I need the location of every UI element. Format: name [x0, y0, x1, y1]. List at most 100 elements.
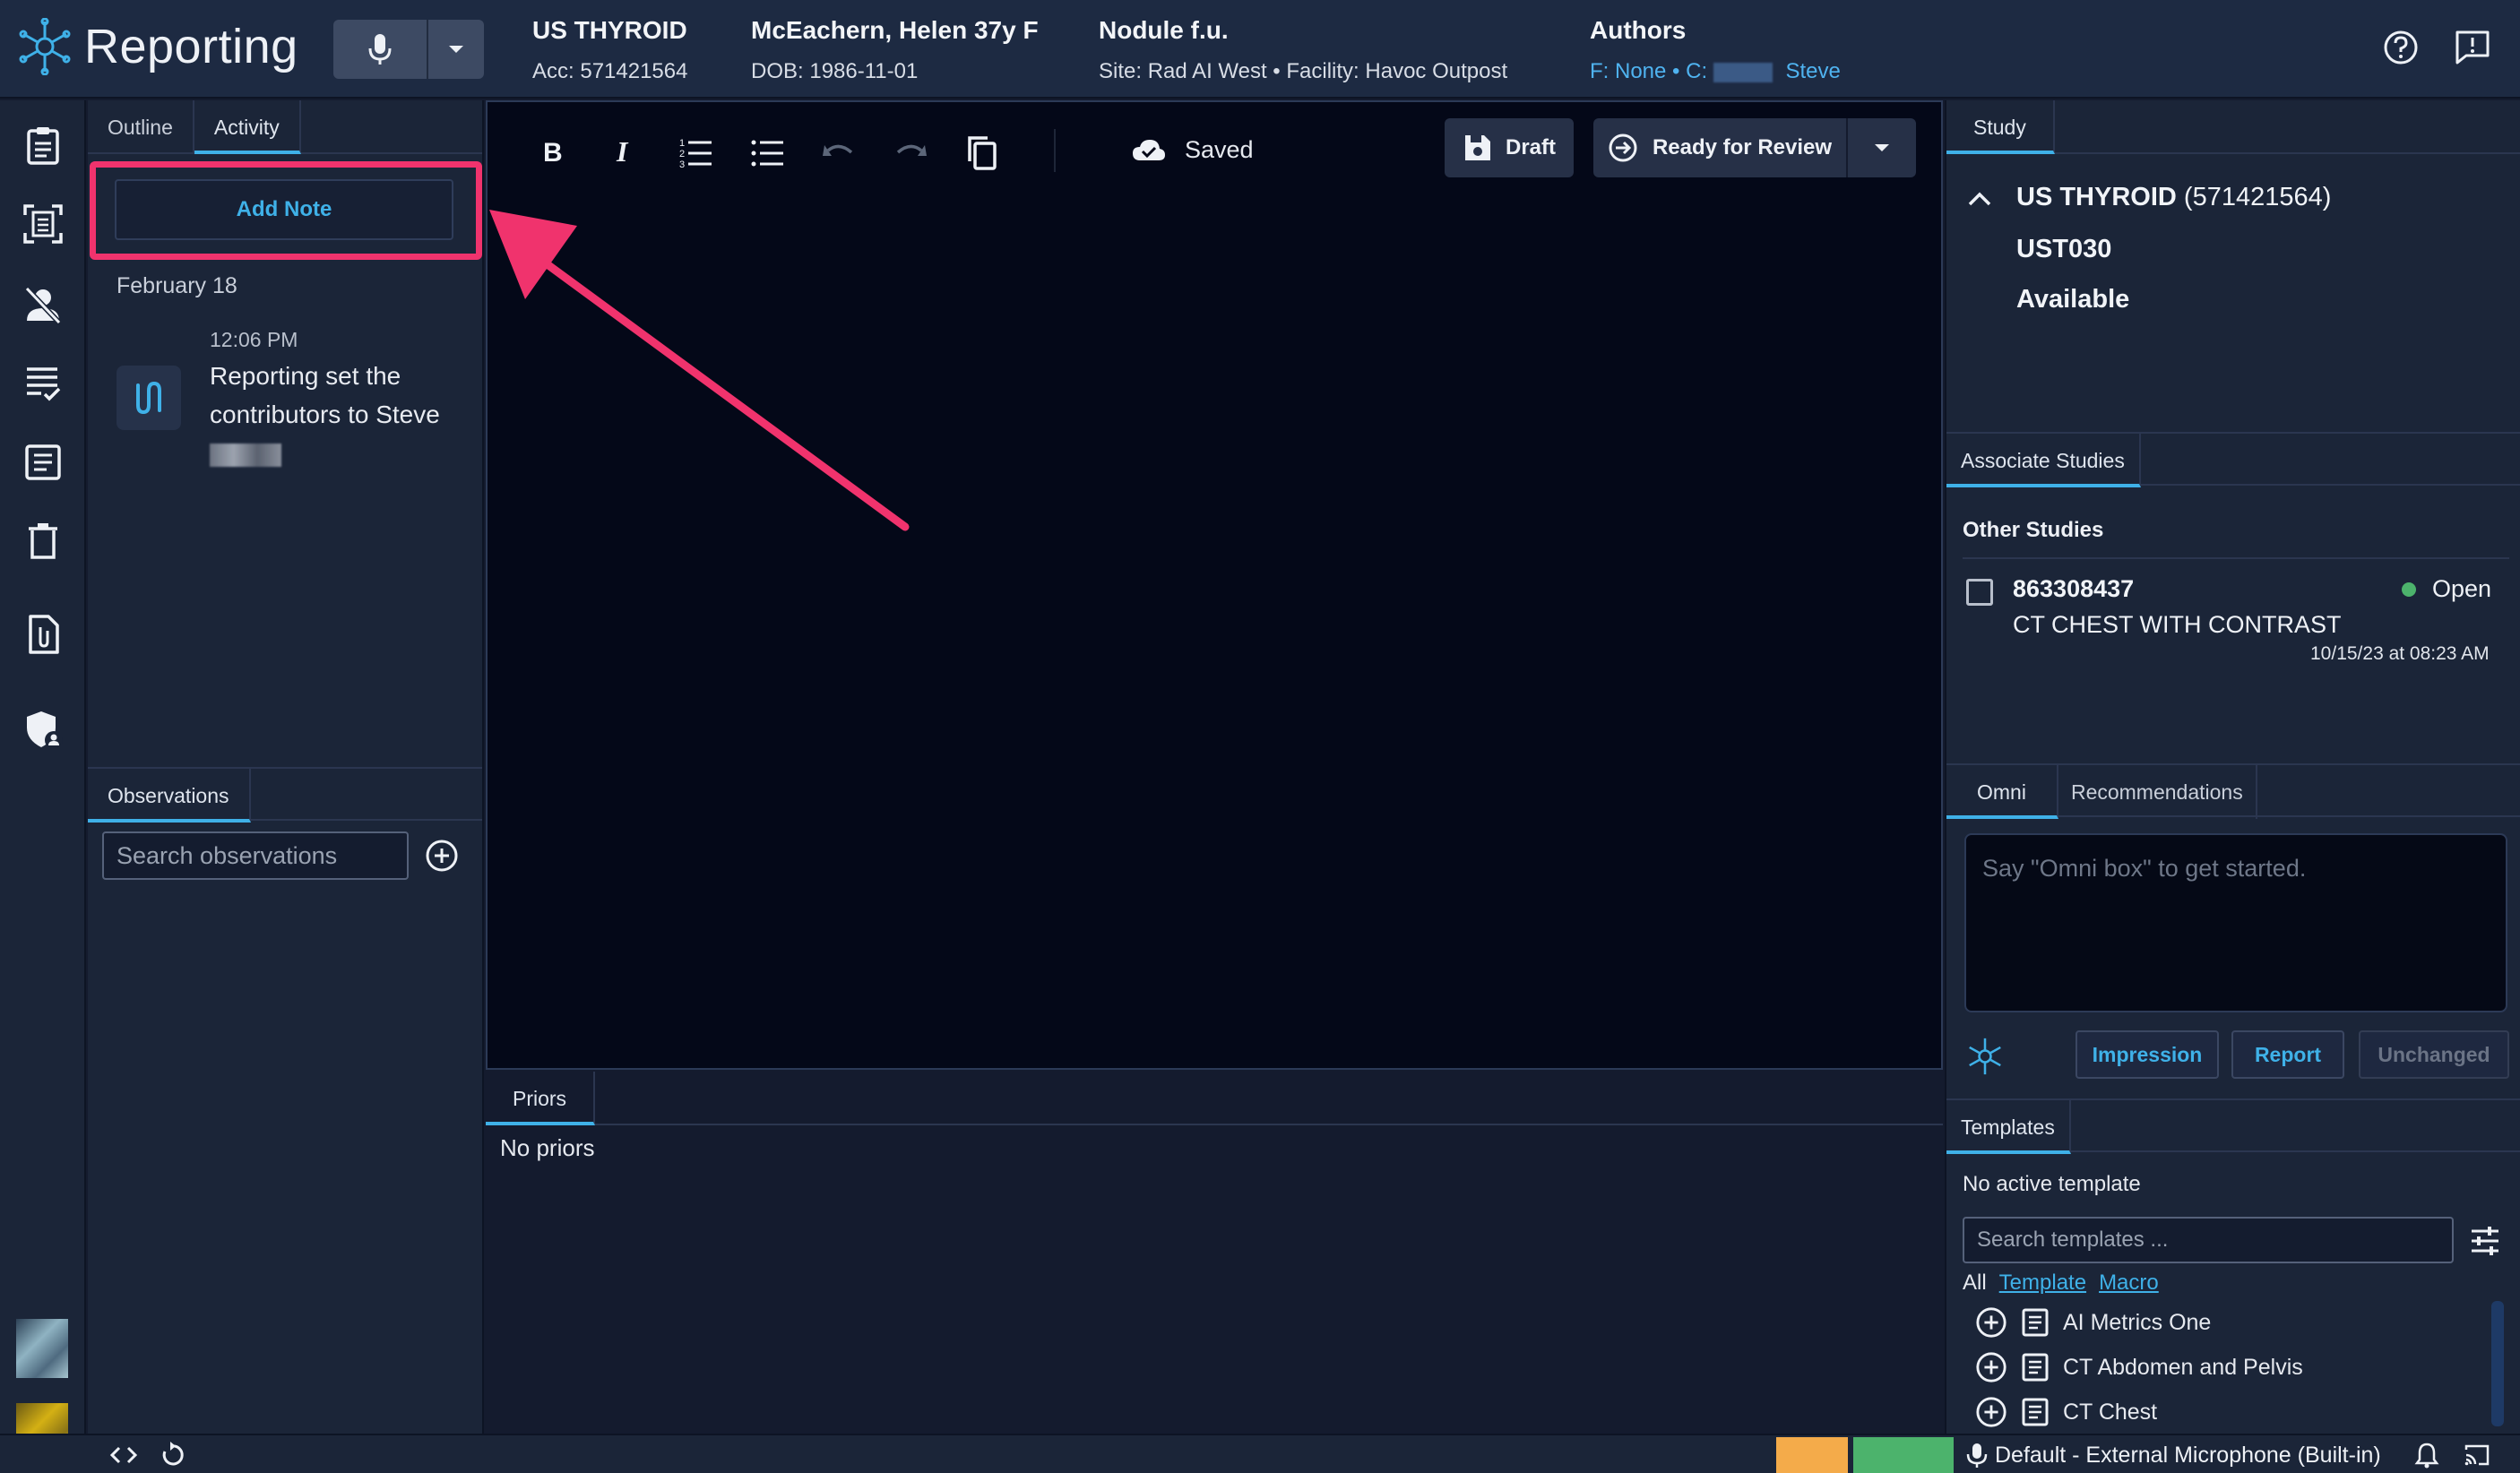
filter-all[interactable]: All [1963, 1271, 1987, 1295]
omni-logo-icon [1969, 1038, 2001, 1075]
add-note-button[interactable]: Add Note [115, 179, 453, 240]
activity-message: Reporting set the contributors to Steve [210, 362, 440, 428]
filter-macro[interactable]: Macro [2099, 1271, 2159, 1295]
help-icon[interactable] [2380, 27, 2421, 68]
template-item[interactable]: CT Abdomen and Pelvis [1975, 1351, 2303, 1383]
omni-input[interactable]: Say "Omni box" to get started. [1964, 833, 2507, 1012]
status-bar: Default - External Microphone (Built-in) [0, 1434, 2520, 1473]
draft-button[interactable]: Draft [1445, 118, 1574, 177]
tab-study[interactable]: Study [1946, 100, 2055, 154]
bullet-list-icon[interactable] [747, 133, 787, 172]
ready-for-review-label: Ready for Review [1652, 135, 1833, 159]
refresh-icon[interactable] [158, 1441, 186, 1469]
add-template-icon[interactable] [1975, 1351, 2007, 1383]
document-icon [2022, 1398, 2049, 1426]
saved-label: Saved [1185, 136, 1254, 163]
dictation-control [333, 20, 484, 79]
undo-icon[interactable] [819, 133, 859, 172]
microphone-device-label[interactable]: Default - External Microphone (Built-in) [1995, 1443, 2381, 1469]
logo-icon [19, 18, 71, 75]
tab-associate-studies[interactable]: Associate Studies [1946, 434, 2141, 487]
tab-omni[interactable]: Omni [1946, 765, 2058, 819]
document-icon [2022, 1353, 2049, 1382]
redo-icon[interactable] [891, 133, 930, 172]
cast-icon[interactable] [2463, 1441, 2491, 1469]
templates-scrollbar[interactable] [2491, 1301, 2504, 1426]
user-off-icon[interactable] [22, 283, 65, 326]
activity-icon [117, 366, 181, 430]
feedback-icon[interactable] [2452, 27, 2493, 68]
add-template-icon[interactable] [1975, 1396, 2007, 1428]
chevron-up-icon[interactable] [1966, 190, 1993, 208]
omni-tabs: Omni Recommendations [1946, 763, 2520, 819]
filter-template[interactable]: Template [1999, 1271, 2086, 1295]
impression-button[interactable]: Impression [2076, 1030, 2219, 1079]
microphone-dropdown-button[interactable] [428, 20, 484, 79]
tab-observations[interactable]: Observations [88, 769, 251, 823]
checklist-icon[interactable] [22, 362, 65, 405]
italic-icon[interactable]: I [604, 133, 643, 172]
microphone-icon [1966, 1443, 1988, 1468]
add-template-icon[interactable] [1975, 1306, 2007, 1339]
svg-text:3: 3 [679, 159, 685, 170]
authors-info[interactable]: Authors F: None • C: Steve [1590, 16, 1841, 84]
other-study-date: 10/15/23 at 08:23 AM [2310, 643, 2490, 664]
search-templates-input[interactable]: Search templates ... [1963, 1217, 2454, 1263]
no-priors-text: No priors [500, 1134, 595, 1161]
add-observation-icon[interactable] [425, 839, 459, 873]
bell-icon[interactable] [2412, 1441, 2441, 1469]
app-header: Reporting US THYROID Acc: 571421564 McEa… [0, 0, 2520, 99]
template-item[interactable]: AI Metrics One [1975, 1306, 2211, 1339]
app-logo: Reporting [16, 18, 298, 75]
code-icon[interactable] [109, 1441, 138, 1469]
other-study-description: CT CHEST WITH CONTRAST [2013, 611, 2342, 638]
other-study-checkbox[interactable] [1966, 579, 1993, 606]
ready-for-review-button[interactable]: Ready for Review [1593, 118, 1848, 177]
app-title: Reporting [84, 20, 298, 73]
trash-icon[interactable] [22, 520, 65, 563]
user-avatar-thumbnail[interactable] [16, 1319, 68, 1378]
right-panel: Study US THYROID (571421564) UST030 Avai… [1945, 100, 2520, 1435]
tab-outline[interactable]: Outline [88, 100, 194, 154]
bold-icon[interactable]: B [532, 133, 572, 172]
attachment-icon[interactable] [22, 613, 65, 656]
filter-sliders-icon[interactable] [2468, 1224, 2502, 1258]
redacted-surname [210, 443, 281, 467]
tab-templates[interactable]: Templates [1946, 1100, 2071, 1154]
redacted-name [1713, 62, 1773, 82]
tab-activity[interactable]: Activity [194, 100, 301, 154]
tab-priors[interactable]: Priors [486, 1072, 596, 1125]
tab-recommendations[interactable]: Recommendations [2058, 765, 2257, 819]
priors-tabs: Priors [486, 1072, 1943, 1125]
other-study-id: 863308437 [2013, 575, 2135, 602]
template-name: CT Abdomen and Pelvis [2063, 1354, 2303, 1380]
microphone-button[interactable] [333, 20, 428, 79]
study-tabs: Study [1946, 100, 2520, 154]
report-button[interactable]: Report [2231, 1030, 2344, 1079]
authors-list[interactable]: F: None • C: Steve [1590, 59, 1841, 84]
ready-for-review-group: Ready for Review [1593, 118, 1916, 177]
other-studies-title: Other Studies [1963, 518, 2104, 542]
toolbar-divider [1054, 129, 1056, 172]
template-item[interactable]: CT Chest [1975, 1396, 2157, 1428]
shield-user-icon[interactable] [22, 708, 65, 751]
scan-document-icon[interactable] [22, 202, 65, 246]
left-panel-tabs: Outline Activity [88, 100, 482, 154]
numbered-list-icon[interactable]: 1 2 3 [676, 133, 715, 172]
observations-tabs: Observations [88, 767, 482, 823]
clipboard-icon[interactable] [22, 124, 65, 167]
associate-tabs: Associate Studies [1946, 432, 2520, 487]
unchanged-button[interactable]: Unchanged [2359, 1030, 2509, 1079]
review-options-button[interactable] [1848, 118, 1916, 177]
document-lines-icon[interactable] [22, 441, 65, 484]
report-editor[interactable]: B I 1 2 3 Saved Draft Ready for Review [486, 100, 1943, 1070]
exam-info: US THYROID Acc: 571421564 [532, 16, 687, 84]
caret-down-icon [1875, 144, 1889, 151]
search-observations-input[interactable]: Search observations [102, 831, 409, 880]
copy-icon[interactable] [962, 133, 1002, 172]
study-code: UST030 [2016, 235, 2112, 263]
cloud-check-icon [1133, 139, 1165, 160]
svg-text:2: 2 [679, 149, 685, 159]
study-title: US THYROID (571421564) [2016, 183, 2331, 212]
activity-date: February 18 [117, 273, 237, 298]
